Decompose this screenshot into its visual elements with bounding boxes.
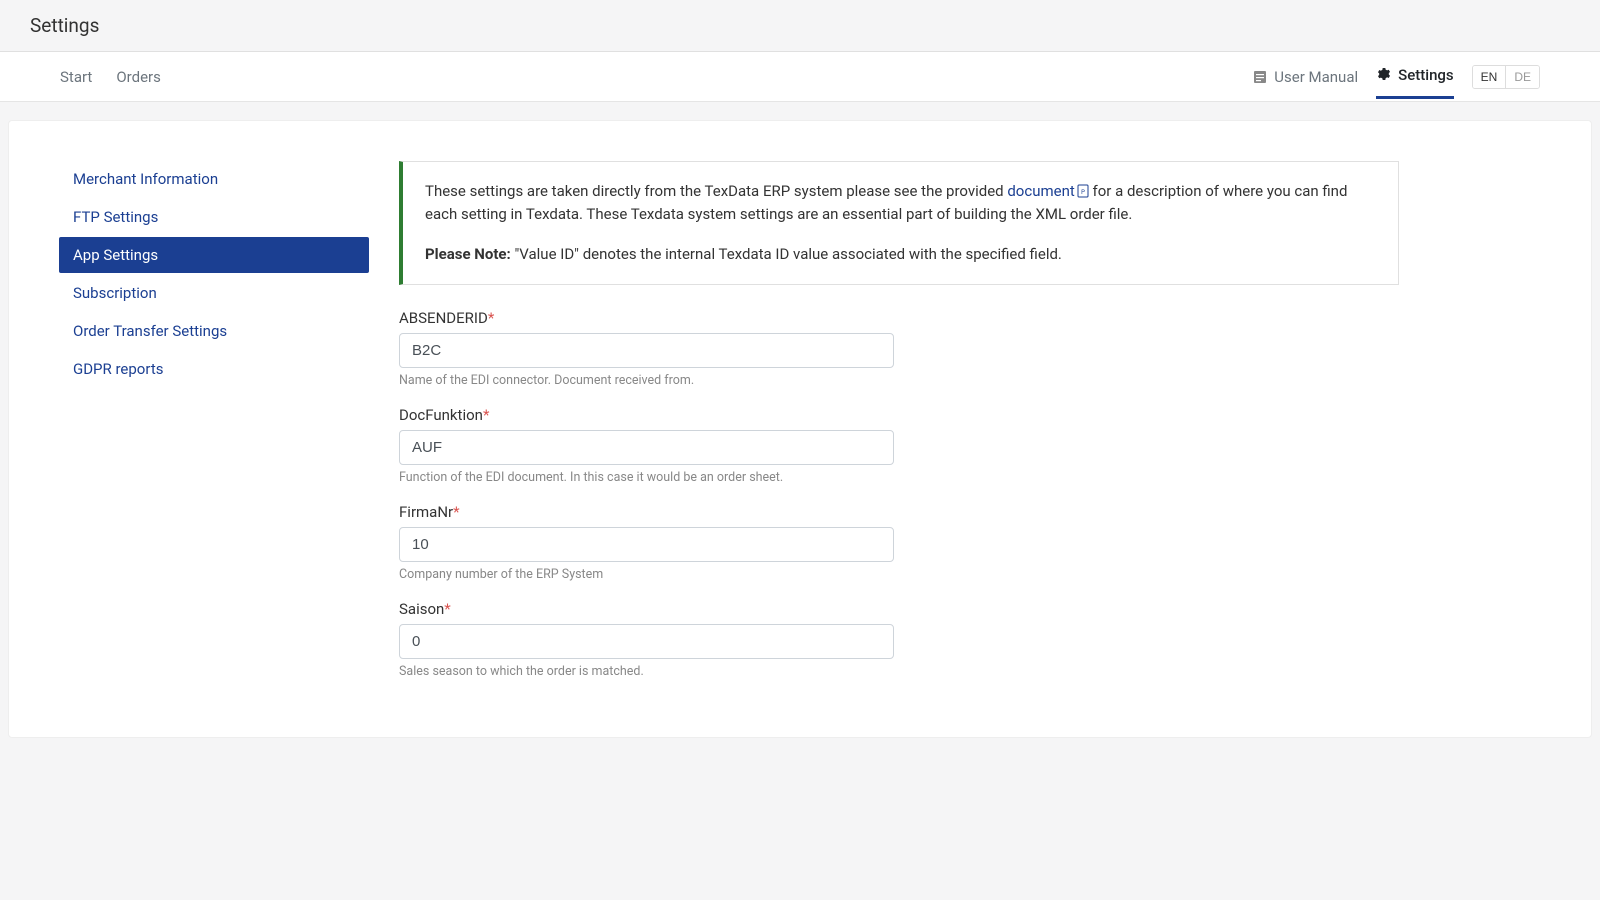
info-note-label: Please Note: — [425, 245, 511, 263]
nav-orders[interactable]: Orders — [116, 54, 161, 100]
input-firmanr[interactable] — [399, 527, 894, 562]
input-saison[interactable] — [399, 624, 894, 659]
document-link[interactable]: document P — [1007, 182, 1088, 200]
info-text-1a: These settings are taken directly from t… — [425, 182, 1007, 200]
sidebar-item-merchant-information[interactable]: Merchant Information — [59, 161, 369, 197]
help-saison: Sales season to which the order is match… — [399, 664, 1399, 679]
language-switch: EN DE — [1472, 65, 1540, 89]
sidebar-item-gdpr-reports[interactable]: GDPR reports — [59, 351, 369, 387]
book-icon — [1252, 69, 1268, 85]
lang-de[interactable]: DE — [1505, 66, 1539, 88]
top-nav: Start Orders User Manual Settings EN DE — [0, 52, 1600, 102]
help-absenderid: Name of the EDI connector. Document rece… — [399, 373, 1399, 388]
lang-en[interactable]: EN — [1473, 66, 1506, 88]
main-content: These settings are taken directly from t… — [399, 161, 1399, 697]
document-link-label: document — [1007, 182, 1074, 200]
pdf-icon: P — [1077, 182, 1089, 196]
sidebar-item-ftp-settings[interactable]: FTP Settings — [59, 199, 369, 235]
label-docfunktion: DocFunktion* — [399, 406, 1399, 424]
nav-settings[interactable]: Settings — [1376, 54, 1454, 99]
help-docfunktion: Function of the EDI document. In this ca… — [399, 470, 1399, 485]
svg-text:P: P — [1081, 189, 1085, 196]
label-saison: Saison* — [399, 600, 1399, 618]
label-absenderid: ABSENDERID* — [399, 309, 1399, 327]
input-absenderid[interactable] — [399, 333, 894, 368]
help-firmanr: Company number of the ERP System — [399, 567, 1399, 582]
input-docfunktion[interactable] — [399, 430, 894, 465]
sidebar-item-subscription[interactable]: Subscription — [59, 275, 369, 311]
sidebar-item-order-transfer-settings[interactable]: Order Transfer Settings — [59, 313, 369, 349]
nav-user-manual-label: User Manual — [1274, 68, 1358, 86]
sidebar-item-app-settings[interactable]: App Settings — [59, 237, 369, 273]
page-title: Settings — [0, 0, 1600, 52]
label-firmanr: FirmaNr* — [399, 503, 1399, 521]
nav-user-manual[interactable]: User Manual — [1252, 56, 1358, 98]
info-note-text: "Value ID" denotes the internal Texdata … — [511, 245, 1062, 263]
gear-icon — [1376, 67, 1392, 83]
settings-card: Merchant Information FTP Settings App Se… — [8, 120, 1592, 738]
info-callout: These settings are taken directly from t… — [399, 161, 1399, 285]
nav-start[interactable]: Start — [60, 54, 92, 100]
nav-settings-label: Settings — [1398, 66, 1454, 84]
settings-sidebar: Merchant Information FTP Settings App Se… — [59, 161, 369, 697]
